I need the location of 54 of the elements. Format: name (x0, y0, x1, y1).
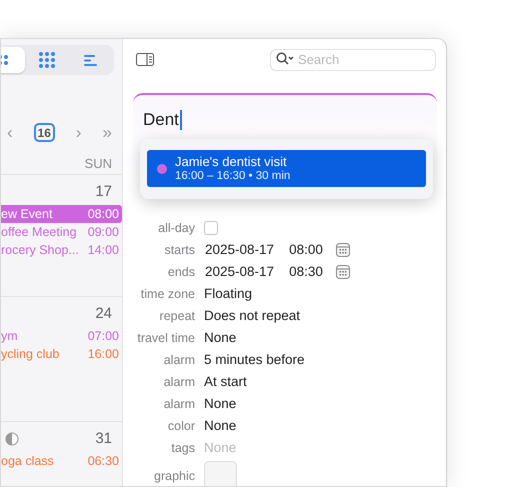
search-icon (276, 52, 294, 66)
field-label: alarm (162, 374, 195, 391)
moon-phase-icon (5, 432, 19, 446)
suggestion-time: 16:00 – 16:30 • 30 min (175, 169, 290, 183)
suggestion-item[interactable]: Jamie's dentist visit 16:00 – 16:30 • 30 min (147, 150, 426, 187)
time-value[interactable]: 08:00 (289, 241, 323, 259)
today-button[interactable]: 16 (34, 123, 55, 142)
event-time: 09:00 (88, 224, 119, 241)
day-number: 31 (95, 428, 112, 449)
list-icon (84, 54, 97, 66)
field-label: repeat (158, 308, 195, 325)
field-label: graphic (153, 468, 195, 485)
field-label: alarm (162, 352, 195, 369)
field-value[interactable]: None (204, 395, 236, 413)
event-time: 08:00 (88, 206, 119, 223)
field-value[interactable]: Floating (204, 285, 252, 303)
sidebar-toggle-button[interactable] (136, 52, 154, 66)
event-title: oga class (1, 453, 54, 470)
field-label: travel time (136, 330, 195, 347)
event-title: ym (1, 328, 18, 345)
field-label: starts (163, 242, 195, 259)
field-value[interactable]: None (204, 329, 236, 347)
suggestion-title: Jamie's dentist visit (175, 154, 288, 169)
sidebar-icon (136, 52, 154, 66)
field-value[interactable]: 5 minutes before (204, 351, 305, 369)
field-label: all-day (157, 220, 195, 237)
field-value[interactable]: At start (204, 373, 247, 391)
field-label: color (166, 418, 195, 435)
field-label: time zone (140, 286, 195, 303)
day-number: 17 (95, 182, 112, 202)
field-label: alarm (162, 396, 195, 413)
event-time: 06:30 (88, 453, 119, 470)
event-time: 07:00 (88, 328, 119, 345)
event-title: ew Event (1, 206, 52, 223)
date-value[interactable]: 2025-08-17 (205, 241, 274, 259)
day-number: 24 (95, 304, 112, 324)
time-value[interactable]: 08:30 (289, 263, 323, 281)
event-title: ycling club (1, 346, 60, 363)
event-title: rocery Shop... (1, 242, 79, 259)
grid-dots-icon (38, 52, 54, 68)
field-label: tags (170, 440, 195, 457)
event-time: 14:00 (88, 242, 119, 259)
calendar-icon[interactable] (336, 243, 350, 257)
calendar-icon[interactable] (336, 265, 350, 279)
event-title: offee Meeting (1, 224, 77, 241)
title-text: Dent (143, 110, 182, 130)
event-time: 16:00 (88, 346, 119, 363)
field-value[interactable]: Does not repeat (204, 307, 300, 325)
checkbox[interactable] (204, 221, 218, 235)
field-label: ends (166, 264, 195, 281)
date-value[interactable]: 2025-08-17 (205, 263, 274, 281)
field-value[interactable]: None (204, 417, 236, 435)
search-field[interactable]: Search (270, 48, 436, 70)
weekday-label: SUN (84, 156, 112, 171)
